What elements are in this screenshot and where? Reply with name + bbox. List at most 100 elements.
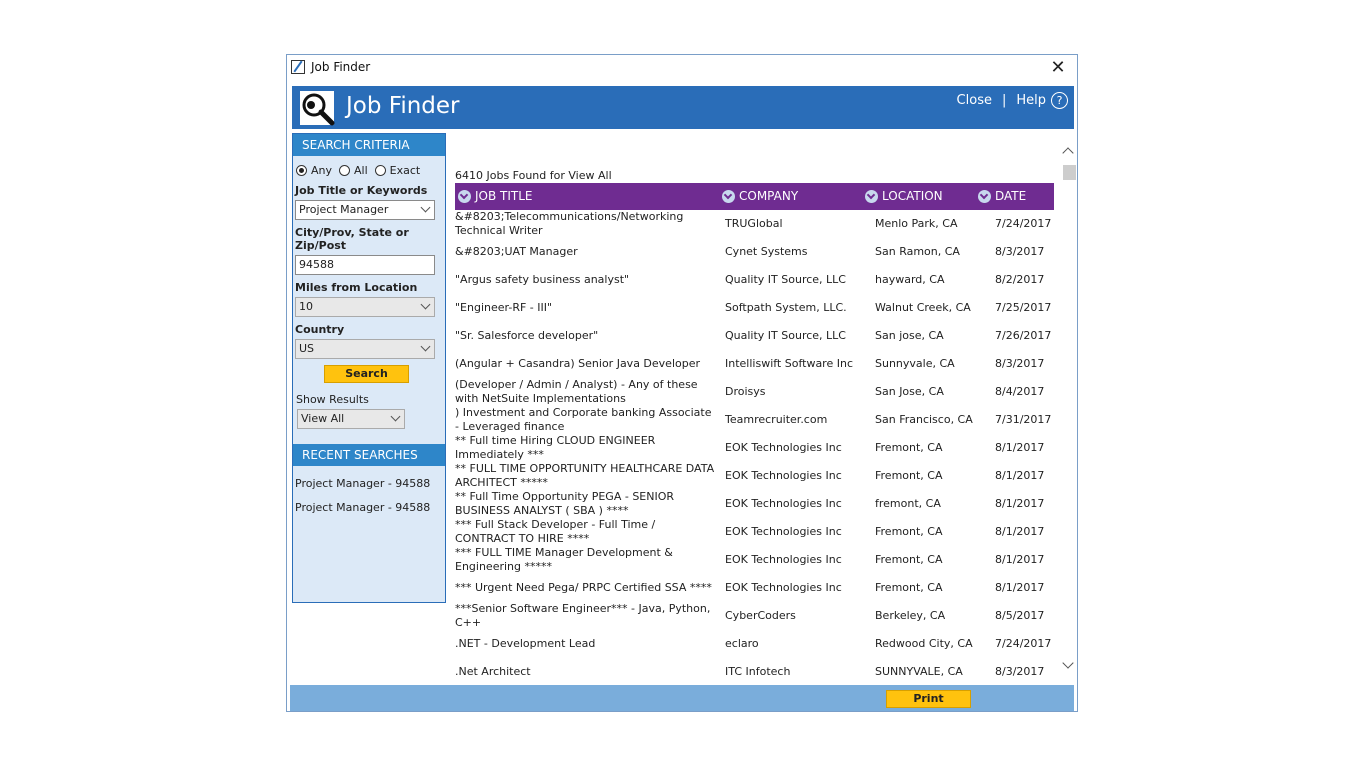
help-icon[interactable]: ? <box>1051 92 1068 109</box>
sort-arrow-icon[interactable] <box>978 190 991 203</box>
job-title-cell: "Engineer-RF - III" <box>455 301 553 314</box>
company-cell: Teamrecruiter.com <box>725 413 828 426</box>
chevron-down-icon[interactable] <box>1062 657 1074 669</box>
chevron-down-icon[interactable] <box>420 341 431 352</box>
chevron-down-icon[interactable] <box>420 299 431 310</box>
app-banner: Job Finder Close | Help ? <box>292 86 1074 129</box>
location-input[interactable]: 94588 <box>295 255 435 275</box>
banner-title: Job Finder <box>346 93 460 119</box>
date-cell: 8/1/2017 <box>995 469 1045 482</box>
table-row[interactable]: ** Full time Hiring CLOUD ENGINEER Immed… <box>455 434 1054 462</box>
table-row[interactable]: ***Senior Software Engineer*** - Java, P… <box>455 602 1054 630</box>
company-cell: EOK Technologies Inc <box>725 469 842 482</box>
table-row[interactable]: ** FULL TIME OPPORTUNITY HEALTHCARE DATA… <box>455 462 1054 490</box>
radio-all[interactable]: All <box>339 162 368 178</box>
country-value: US <box>299 342 315 355</box>
keywords-combo[interactable]: Project Manager <box>295 200 435 220</box>
table-row[interactable]: ** Full Time Opportunity PEGA - SENIOR B… <box>455 490 1054 518</box>
location-label: City/Prov, State or Zip/Post <box>295 226 409 252</box>
table-row[interactable]: (Developer / Admin / Analyst) - Any of t… <box>455 378 1054 406</box>
title-bar: Job Finder ✕ <box>287 55 1077 81</box>
radio-any-label: Any <box>311 163 333 177</box>
date-cell: 8/3/2017 <box>995 665 1045 678</box>
company-cell: EOK Technologies Inc <box>725 581 842 594</box>
radio-all-label: All <box>354 163 368 177</box>
sort-arrow-icon[interactable] <box>458 190 471 203</box>
radio-exact-indicator[interactable] <box>374 164 386 176</box>
column-location[interactable]: LOCATION <box>865 183 943 210</box>
company-cell: Intelliswift Software Inc <box>725 357 853 370</box>
column-date[interactable]: DATE <box>978 183 1026 210</box>
date-cell: 8/5/2017 <box>995 609 1045 622</box>
miles-select[interactable]: 10 <box>295 297 435 317</box>
column-company[interactable]: COMPANY <box>722 183 798 210</box>
window-close-button[interactable]: ✕ <box>1045 56 1071 80</box>
print-button[interactable]: Print <box>886 690 971 708</box>
table-row[interactable]: .NET - Development Lead eclaro Redwood Cit… <box>455 630 1054 658</box>
table-row[interactable]: "Argus safety business analyst" Quality I… <box>455 266 1054 294</box>
company-cell: EOK Technologies Inc <box>725 553 842 566</box>
job-title-cell: *** Full Stack Developer - Full Time / C… <box>455 518 656 545</box>
company-cell: EOK Technologies Inc <box>725 497 842 510</box>
help-link[interactable]: Help <box>1016 93 1046 108</box>
date-cell: 7/24/2017 <box>995 637 1052 650</box>
results-scrollbar[interactable] <box>1059 135 1077 687</box>
date-cell: 8/1/2017 <box>995 497 1045 510</box>
column-job-title[interactable]: JOB TITLE <box>458 183 533 210</box>
location-cell: Fremont, CA <box>875 469 943 482</box>
table-row[interactable]: "Engineer-RF - III" Softpath System, LLC.… <box>455 294 1054 322</box>
table-row[interactable]: &#8203;UAT Manager Cynet Systems San Ramon… <box>455 238 1054 266</box>
search-criteria-header: SEARCH CRITERIA <box>293 134 445 156</box>
chevron-up-icon[interactable] <box>1062 147 1074 159</box>
location-cell: Berkeley, CA <box>875 609 946 622</box>
search-button[interactable]: Search <box>324 365 409 383</box>
job-title-cell: "Sr. Salesforce developer" <box>455 329 599 342</box>
sort-arrow-icon[interactable] <box>865 190 878 203</box>
country-label: Country <box>295 323 345 336</box>
table-row[interactable]: "Sr. Salesforce developer" Quality IT Sou… <box>455 322 1054 350</box>
results-table-header: JOB TITLE COMPANY LOCATION DATE <box>455 183 1054 210</box>
app-icon <box>291 60 305 74</box>
job-title-cell: ** FULL TIME OPPORTUNITY HEALTHCARE DATA… <box>455 462 715 489</box>
recent-search-item[interactable]: Project Manager - 94588 <box>293 477 445 490</box>
company-cell: Cynet Systems <box>725 245 808 258</box>
location-cell: Fremont, CA <box>875 553 943 566</box>
chevron-down-icon[interactable] <box>420 202 431 213</box>
table-row[interactable]: &#8203;Telecommunications/Networking Tec… <box>455 210 1054 238</box>
table-row[interactable]: *** FULL TIME Manager Development & Engi… <box>455 546 1054 574</box>
location-cell: Redwood City, CA <box>875 637 973 650</box>
location-cell: San jose, CA <box>875 329 944 342</box>
date-cell: 7/25/2017 <box>995 301 1052 314</box>
recent-search-item[interactable]: Project Manager - 94588 <box>293 501 445 514</box>
footer-bar: Print <box>290 685 1074 711</box>
table-row[interactable]: *** Full Stack Developer - Full Time / C… <box>455 518 1054 546</box>
scrollbar-thumb[interactable] <box>1063 165 1076 180</box>
location-cell: hayward, CA <box>875 273 945 286</box>
table-row[interactable]: *** Urgent Need Pega/ PRPC Certified SSA… <box>455 574 1054 602</box>
date-cell: 8/2/2017 <box>995 273 1045 286</box>
job-title-cell: (Angular + Casandra) Senior Java Develop… <box>455 357 701 370</box>
company-cell: ITC Infotech <box>725 665 791 678</box>
match-type-radios: Any All Exact <box>293 156 445 178</box>
close-link[interactable]: Close <box>957 93 992 108</box>
keywords-value: Project Manager <box>299 203 389 216</box>
location-cell: San Jose, CA <box>875 385 944 398</box>
sort-arrow-icon[interactable] <box>722 190 735 203</box>
job-title-cell: *** Urgent Need Pega/ PRPC Certified SSA… <box>455 581 712 594</box>
banner-links: Close | Help ? <box>957 92 1068 109</box>
show-results-select[interactable]: View All <box>297 409 405 429</box>
radio-exact[interactable]: Exact <box>374 162 420 178</box>
table-row[interactable]: (Angular + Casandra) Senior Java Develop… <box>455 350 1054 378</box>
miles-value: 10 <box>299 300 313 313</box>
radio-all-indicator[interactable] <box>339 164 351 176</box>
chevron-down-icon[interactable] <box>390 411 401 422</box>
table-row[interactable]: ) Investment and Corporate banking Assoc… <box>455 406 1054 434</box>
radio-any-indicator[interactable] <box>296 164 307 176</box>
radio-any[interactable]: Any <box>296 162 332 178</box>
location-cell: Menlo Park, CA <box>875 217 958 230</box>
job-title-cell: .NET - Development Lead <box>455 637 596 650</box>
table-row[interactable]: .Net Architect ITC Infotech SUNNYVALE, CA 8… <box>455 658 1054 686</box>
company-cell: EOK Technologies Inc <box>725 525 842 538</box>
country-select[interactable]: US <box>295 339 435 359</box>
job-title-cell: ***Senior Software Engineer*** - Java, P… <box>455 602 711 629</box>
